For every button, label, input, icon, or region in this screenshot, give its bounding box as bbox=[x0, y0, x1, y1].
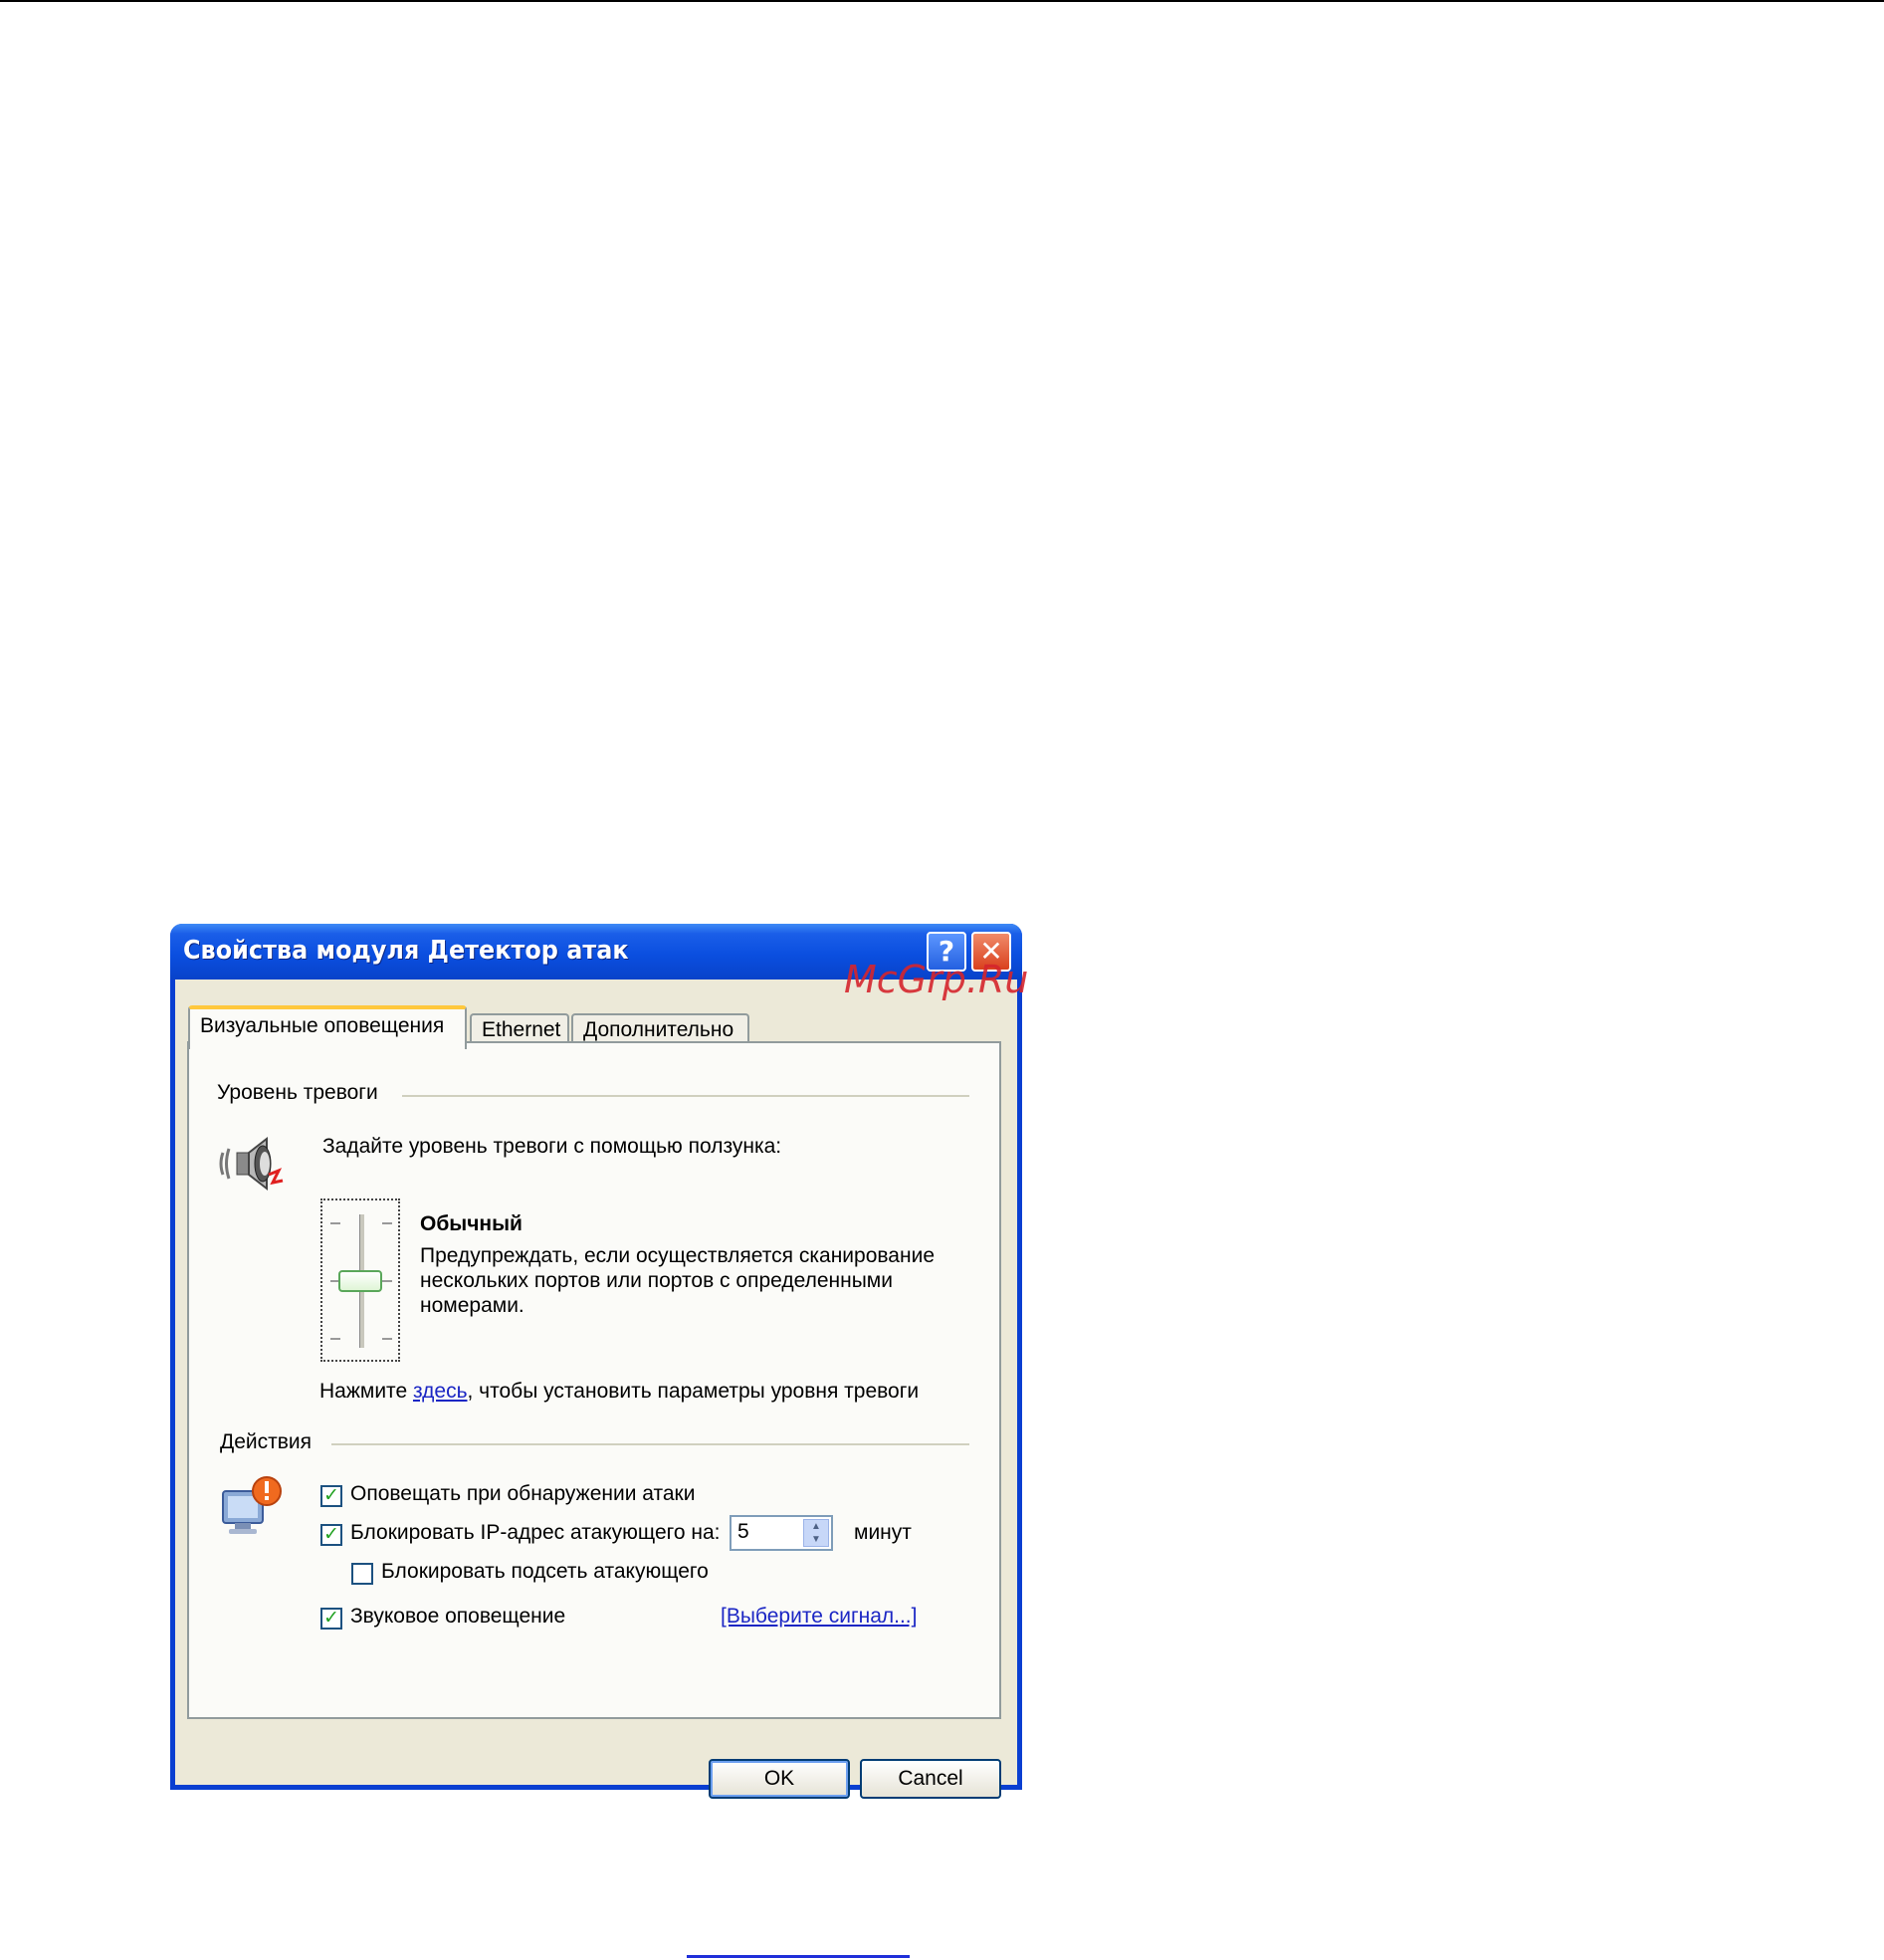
notify-attack-checkbox[interactable]: ✓ bbox=[320, 1485, 342, 1507]
page-bottom-link-underline[interactable] bbox=[687, 1955, 910, 1958]
alarm-level-slider[interactable] bbox=[320, 1198, 400, 1362]
watermark-logo: McGrp.Ru bbox=[844, 958, 1029, 1001]
block-minutes-stepper[interactable]: 5 ▲ ▼ bbox=[730, 1515, 833, 1551]
choose-signal-link[interactable]: [Выберите сигнал...] bbox=[721, 1605, 917, 1629]
slider-tick bbox=[330, 1222, 340, 1224]
alarm-instruction: Задайте уровень тревоги с помощью ползун… bbox=[322, 1135, 782, 1158]
block-ip-label: Блокировать IP-адрес атакующего на: bbox=[350, 1521, 721, 1544]
group-divider bbox=[402, 1095, 969, 1097]
group-title-alarm-level: Уровень тревоги bbox=[217, 1081, 378, 1104]
hint-suffix: , чтобы установить параметры уровня трев… bbox=[467, 1380, 920, 1403]
tab-panel-visual-alerts: Уровень тревоги Задайте уровень тревоги … bbox=[187, 1041, 1001, 1719]
block-minutes-value[interactable]: 5 bbox=[737, 1520, 749, 1544]
dialog-window: Свойства модуля Детектор атак ? ✕ Ethern… bbox=[170, 924, 1022, 1799]
slider-tick bbox=[382, 1280, 392, 1282]
computer-warning-icon bbox=[222, 1476, 282, 1534]
alarm-description-line3: номерами. bbox=[420, 1294, 524, 1317]
alarm-settings-link[interactable]: здесь bbox=[413, 1380, 468, 1403]
slider-thumb[interactable] bbox=[338, 1270, 382, 1292]
block-ip-checkbox[interactable]: ✓ bbox=[320, 1524, 342, 1546]
page-top-rule bbox=[0, 0, 1884, 2]
alarm-description-line2: нескольких портов или портов с определен… bbox=[420, 1269, 893, 1292]
group-divider bbox=[331, 1443, 969, 1445]
notify-attack-label: Оповещать при обнаружении атаки bbox=[350, 1482, 696, 1505]
tab-visual-alerts[interactable]: Визуальные оповещения bbox=[188, 1005, 467, 1049]
slider-tick bbox=[382, 1338, 392, 1340]
stepper-down-icon[interactable]: ▼ bbox=[804, 1533, 828, 1546]
alarm-description-line1: Предупреждать, если осуществляется скани… bbox=[420, 1244, 935, 1267]
minutes-unit-label: минут bbox=[854, 1521, 912, 1544]
ok-button[interactable]: OK bbox=[709, 1759, 850, 1799]
sound-alert-checkbox[interactable]: ✓ bbox=[320, 1608, 342, 1630]
slider-tick bbox=[382, 1222, 392, 1224]
stepper-up-icon[interactable]: ▲ bbox=[804, 1520, 828, 1533]
stepper-arrows[interactable]: ▲ ▼ bbox=[803, 1519, 829, 1547]
block-subnet-checkbox[interactable] bbox=[351, 1563, 373, 1585]
block-subnet-label: Блокировать подсеть атакующего bbox=[381, 1560, 709, 1583]
sound-alert-label: Звуковое оповещение bbox=[350, 1605, 566, 1628]
dialog-client-area: Ethernet Дополнительно Уровень тревоги З… bbox=[175, 980, 1017, 1799]
speaker-alert-icon bbox=[219, 1136, 284, 1192]
alarm-settings-hint: Нажмите здесь, чтобы установить параметр… bbox=[319, 1380, 919, 1404]
slider-tick bbox=[330, 1338, 340, 1340]
cancel-button[interactable]: Cancel bbox=[860, 1759, 1001, 1799]
hint-prefix: Нажмите bbox=[319, 1380, 413, 1403]
group-title-actions: Действия bbox=[220, 1430, 313, 1453]
window-title: Свойства модуля Детектор атак bbox=[183, 936, 629, 966]
alarm-level-name: Обычный bbox=[420, 1212, 523, 1235]
